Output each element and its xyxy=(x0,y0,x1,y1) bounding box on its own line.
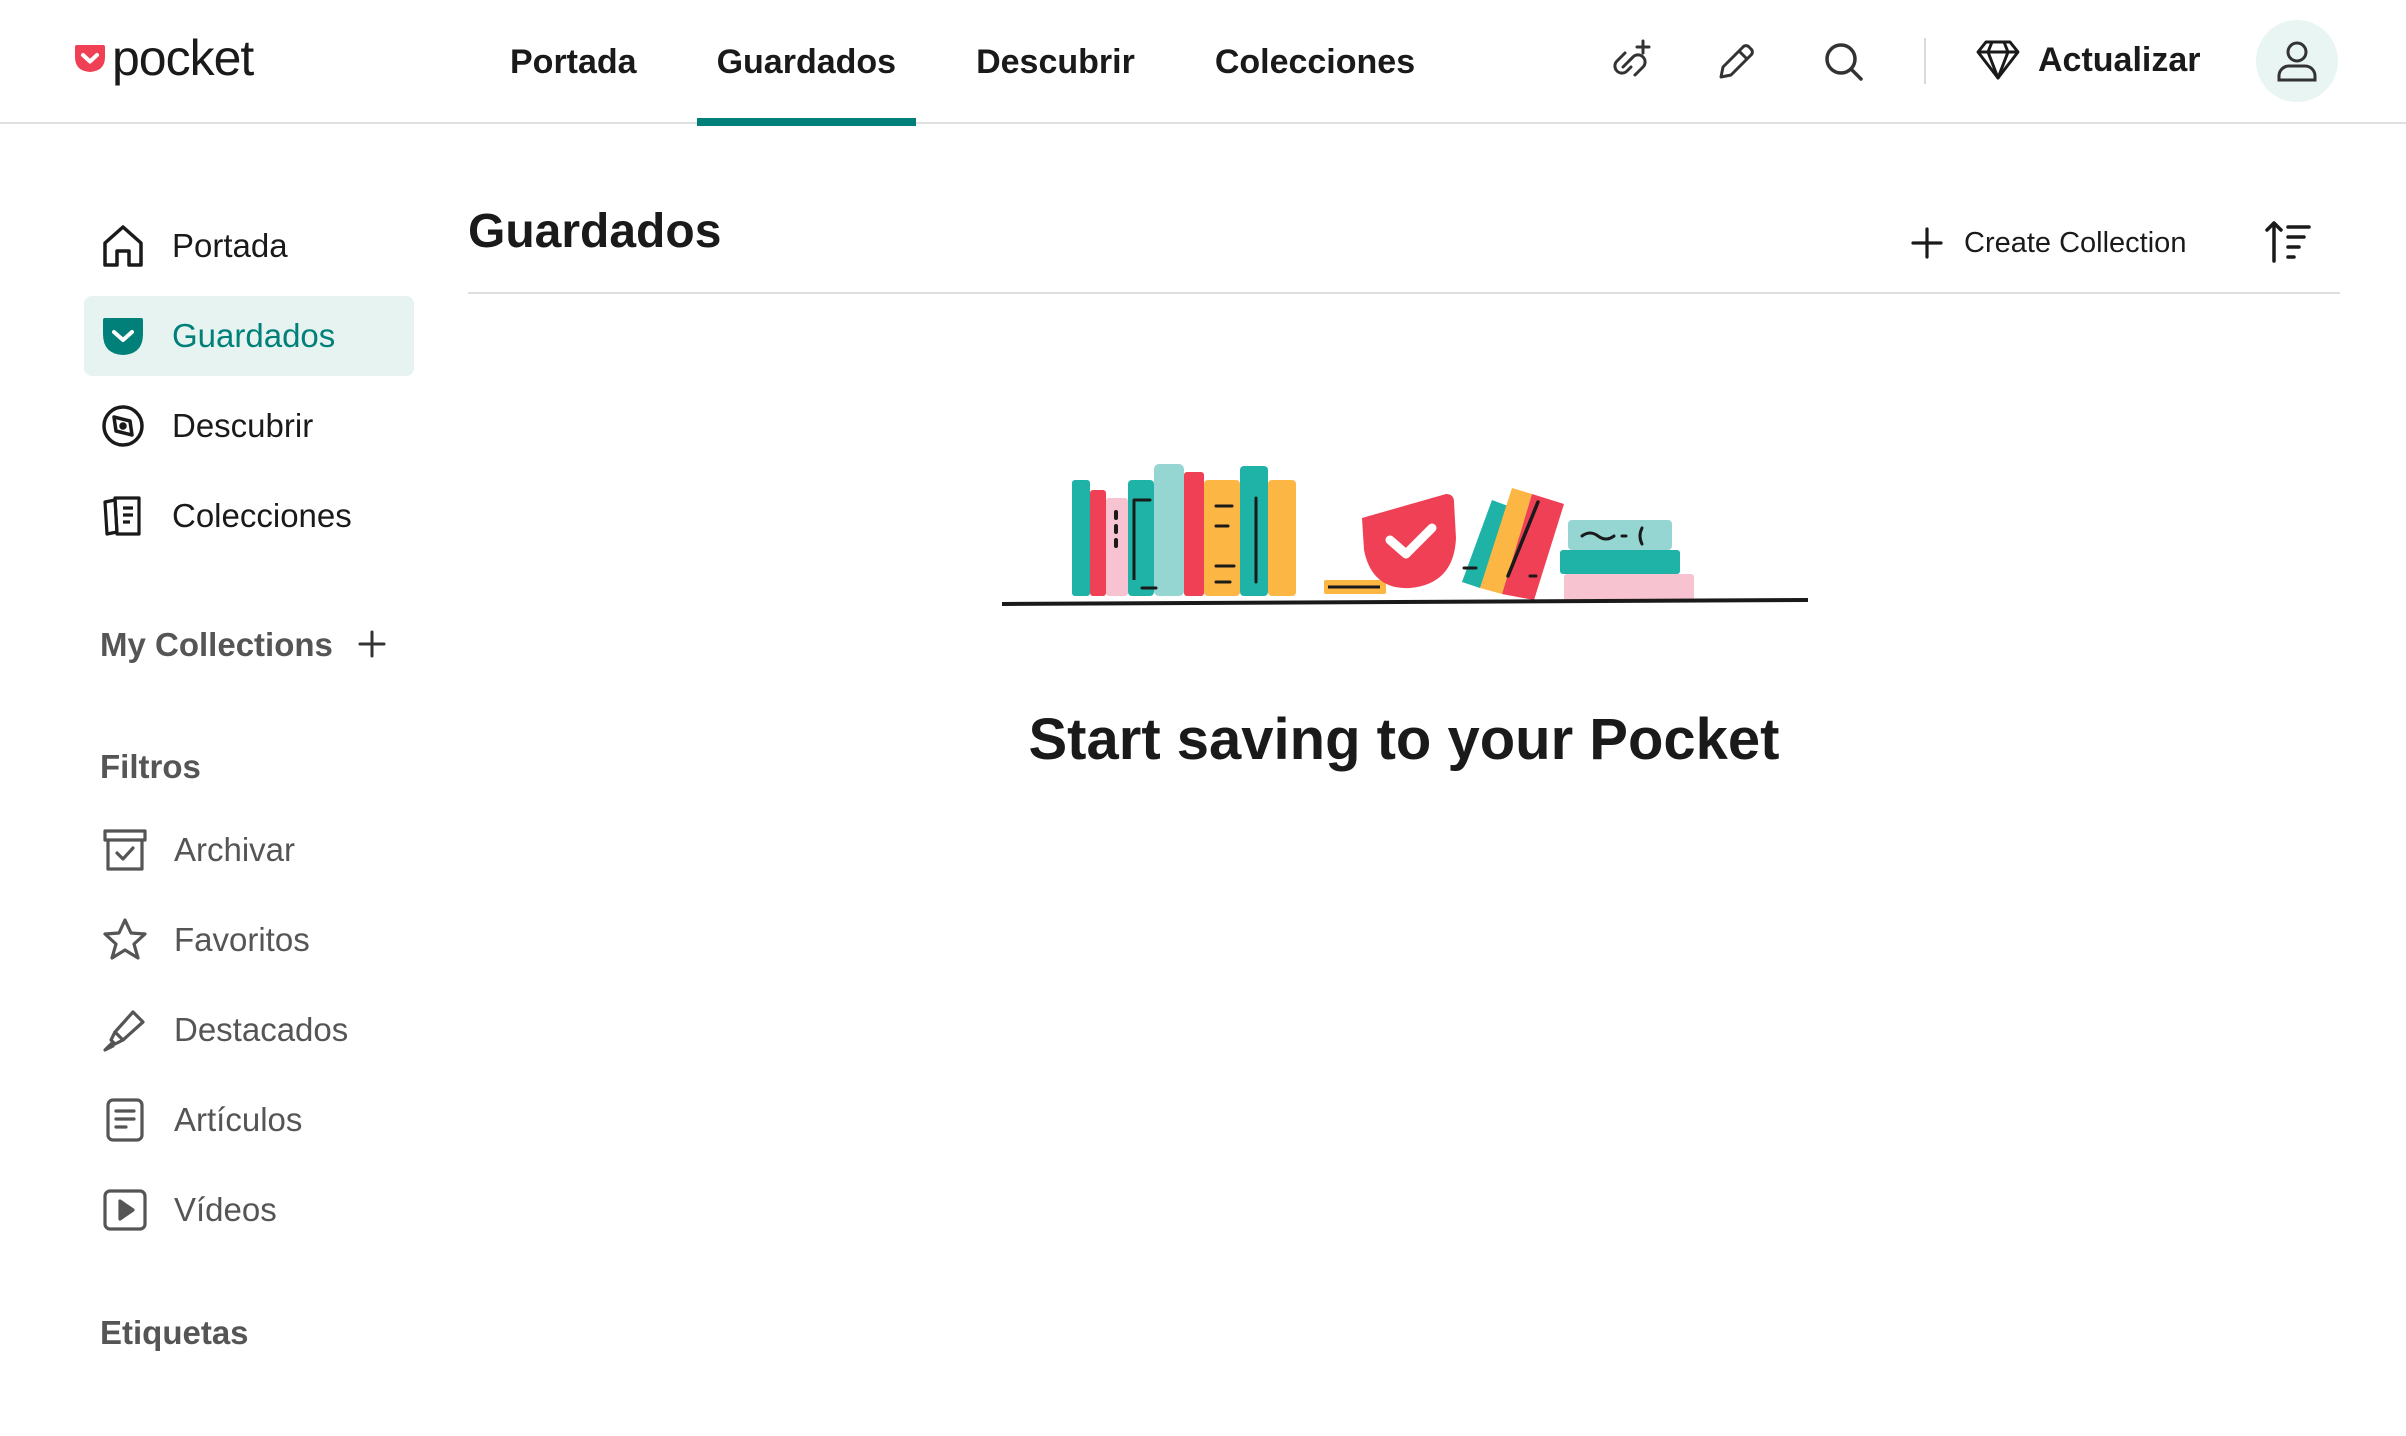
topnav-portada[interactable]: Portada xyxy=(490,0,657,124)
search-icon xyxy=(1825,43,1863,81)
logo-text: pocket xyxy=(112,30,254,86)
sidebar-item-label: Descubrir xyxy=(172,407,314,444)
search-button[interactable] xyxy=(1816,34,1872,90)
sort-button[interactable] xyxy=(2260,214,2316,270)
filter-label: Archivar xyxy=(174,831,296,868)
page-title: Guardados xyxy=(468,205,722,258)
upgrade-button[interactable]: Actualizar xyxy=(1974,30,2201,90)
top-divider xyxy=(1924,38,1926,84)
tags-heading[interactable]: Etiquetas xyxy=(100,1314,249,1352)
account-avatar-button[interactable] xyxy=(2256,20,2338,102)
topnav-descubrir[interactable]: Descubrir xyxy=(956,0,1155,124)
collections-icon xyxy=(98,491,148,541)
article-icon xyxy=(100,1095,150,1145)
pocket-logo-icon xyxy=(75,45,105,72)
edit-button[interactable] xyxy=(1708,34,1764,90)
filter-label: Artículos xyxy=(174,1101,303,1138)
sidebar-item-descubrir[interactable]: Descubrir xyxy=(84,386,414,466)
filter-label: Vídeos xyxy=(174,1191,277,1228)
sidebar-item-colecciones[interactable]: Colecciones xyxy=(84,476,414,556)
sidebar-item-label: Guardados xyxy=(172,317,336,354)
sidebar-item-label: Colecciones xyxy=(172,497,352,534)
sidebar-item-portada[interactable]: Portada xyxy=(84,206,414,286)
filters-heading: Filtros xyxy=(100,748,201,785)
pocket-logo[interactable]: pocket xyxy=(74,28,254,88)
highlighter-icon xyxy=(100,1005,150,1055)
diamond-icon xyxy=(1976,40,2020,80)
plus-icon xyxy=(358,630,386,658)
top-nav: Portada Guardados Descubrir Colecciones xyxy=(490,0,1475,126)
create-collection-label: Create Collection xyxy=(1964,226,2187,259)
empty-bookshelf-illustration xyxy=(1002,464,1808,606)
compass-icon xyxy=(98,401,148,451)
filter-label: Favoritos xyxy=(174,921,310,958)
upgrade-label: Actualizar xyxy=(2038,40,2201,79)
filter-archivar[interactable]: Archivar xyxy=(84,810,414,890)
filter-videos[interactable]: Vídeos xyxy=(84,1170,414,1250)
topnav-guardados[interactable]: Guardados xyxy=(696,0,917,126)
add-link-button[interactable] xyxy=(1602,34,1658,90)
create-collection-button[interactable]: Create Collection xyxy=(1910,218,2186,268)
star-icon xyxy=(100,915,150,965)
filter-favoritos[interactable]: Favoritos xyxy=(84,900,414,980)
user-icon xyxy=(2277,41,2317,82)
title-divider xyxy=(468,292,2340,294)
filter-destacados[interactable]: Destacados xyxy=(84,990,414,1070)
sidebar-item-label: Portada xyxy=(172,227,288,264)
sidebar-item-guardados[interactable]: Guardados xyxy=(84,296,414,376)
video-icon xyxy=(100,1185,150,1235)
filter-label: Destacados xyxy=(174,1011,349,1048)
sort-icon xyxy=(2265,221,2311,263)
my-collections-heading: My Collections xyxy=(100,626,333,663)
filter-articulos[interactable]: Artículos xyxy=(84,1080,414,1160)
pocket-icon xyxy=(98,311,148,361)
plus-icon xyxy=(1911,227,1943,259)
empty-state-message: Start saving to your Pocket xyxy=(1028,707,1780,772)
topnav-colecciones[interactable]: Colecciones xyxy=(1195,0,1435,124)
add-collection-button[interactable] xyxy=(352,624,392,664)
add-link-icon xyxy=(1613,39,1651,77)
sidebar: Portada Guardados Descubrir Colecciones … xyxy=(0,124,440,1436)
pencil-icon xyxy=(1719,44,1754,79)
top-bar: pocket Portada Guardados Descubrir Colec… xyxy=(0,0,2406,126)
archive-icon xyxy=(100,825,150,875)
home-icon xyxy=(98,221,148,271)
